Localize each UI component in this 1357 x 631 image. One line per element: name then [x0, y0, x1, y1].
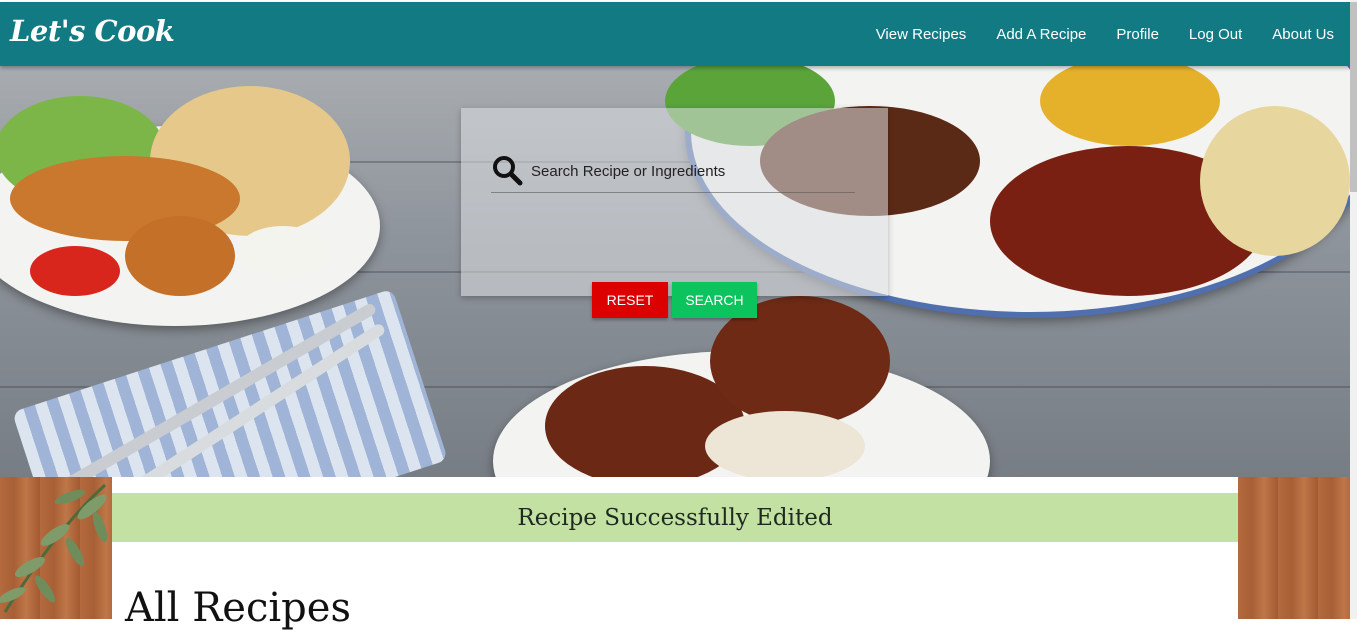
nav-view-recipes[interactable]: View Recipes: [876, 26, 967, 43]
scrollbar-thumb[interactable]: [1350, 2, 1357, 192]
coleslaw-image: [705, 411, 865, 477]
wood-background-right: [1238, 477, 1350, 619]
chicken-tender-image: [125, 216, 235, 296]
nav-links: View Recipes Add A Recipe Profile Log Ou…: [876, 2, 1334, 66]
page-scrollbar[interactable]: [1350, 0, 1357, 619]
tortilla-chips-image: [1200, 106, 1350, 256]
tomato-image: [30, 246, 120, 296]
alert-message: Recipe Successfully Edited: [517, 504, 833, 531]
search-panel: [461, 108, 888, 296]
search-button[interactable]: SEARCH: [672, 282, 757, 318]
nav-profile[interactable]: Profile: [1116, 26, 1159, 43]
reset-button[interactable]: RESET: [592, 282, 668, 318]
leaf-branch-icon: [0, 483, 108, 613]
nav-about-us[interactable]: About Us: [1272, 26, 1334, 43]
navbar: Let's Cook View Recipes Add A Recipe Pro…: [0, 2, 1350, 66]
nav-log-out[interactable]: Log Out: [1189, 26, 1242, 43]
brand-logo[interactable]: Let's Cook: [10, 14, 175, 48]
search-input[interactable]: [529, 158, 853, 184]
sour-cream-image: [238, 226, 328, 276]
search-icon: [493, 156, 523, 186]
search-row: [491, 152, 855, 193]
page-title: All Recipes: [125, 585, 351, 631]
success-alert: Recipe Successfully Edited: [112, 493, 1238, 542]
nav-add-recipe[interactable]: Add A Recipe: [996, 26, 1086, 43]
main-content: Recipe Successfully Edited All Recipes: [112, 477, 1238, 631]
wood-background-left: [0, 477, 112, 619]
